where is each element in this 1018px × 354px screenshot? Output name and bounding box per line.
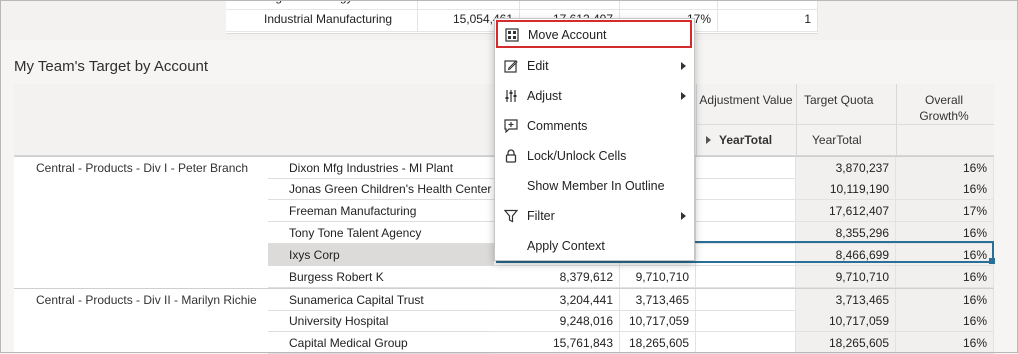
move-account-icon [505,28,519,42]
adjustment-value-cell[interactable] [696,310,796,332]
target-quota-cell[interactable]: 10,717,059 [796,310,896,332]
data-cell[interactable]: 9,248,016 [494,310,620,332]
account-name-cell[interactable]: Capital Medical Group [268,332,494,354]
row-group-label [36,244,266,266]
table-row: University Hospital 9,248,016 10,717,059 10… [14,310,994,332]
menu-item-show-member-in-outline[interactable]: Show Member In Outline [495,171,694,201]
account-name-cell[interactable]: Freeman Manufacturing [268,200,494,222]
header-overall-growth[interactable]: Overall Growth% [914,92,974,124]
edit-icon [504,60,518,73]
selection-handle[interactable] [989,258,995,264]
menu-item-edit[interactable]: Edit [495,51,694,81]
target-quota-cell[interactable]: 18,265,605 [796,332,896,354]
target-quota-cell[interactable]: 10,119,190 [796,178,896,200]
adjustment-value-cell[interactable] [696,157,796,179]
target-quota-cell[interactable]: 3,713,465 [796,289,896,311]
comments-icon [504,119,518,133]
account-name-cell[interactable]: Jonas Green Children's Health Center [268,178,494,200]
adjustment-value-cell[interactable] [696,178,796,200]
header-label: YearTotal [719,133,773,147]
overall-growth-cell[interactable]: 17% [896,200,994,222]
row-group-label [36,332,266,354]
overall-growth-cell[interactable]: 16% [896,332,994,354]
header-target-quota[interactable]: Target Quota [796,92,896,108]
account-name-cell[interactable]: University Hospital [268,310,494,332]
menu-item-label: Edit [527,59,549,73]
header-adjustment-value[interactable]: Adjustment Value [696,92,796,108]
data-cell[interactable]: 10,717,059 [620,310,696,332]
menu-item-comments[interactable]: Comments [495,111,694,141]
target-quota-cell[interactable]: 8,355,296 [796,222,896,244]
account-name-cell[interactable]: Dixon Mfg Industries - MI Plant [268,157,494,179]
table-row: Burgess Robert K 8,379,612 9,710,710 9,710,… [14,266,994,288]
menu-item-filter[interactable]: Filter [495,201,694,231]
table-row: Capital Medical Group 15,761,843 18,265,60… [14,332,994,354]
menu-item-move-account[interactable]: Move Account [496,20,692,48]
account-name-cell[interactable]: Burgess Robert K [268,266,494,288]
adjustment-value-cell[interactable] [696,222,796,244]
menu-item-label: Move Account [528,28,607,42]
overall-growth-cell[interactable]: 16% [896,289,994,311]
row-group-label [36,178,266,200]
overall-growth-cell[interactable]: 16% [896,178,994,200]
overall-growth-cell[interactable]: 16% [896,244,994,266]
data-cell[interactable]: 15,761,843 [494,332,620,354]
account-name-cell[interactable]: Tony Tone Talent Agency [268,222,494,244]
cell[interactable]: 1 [718,8,818,31]
overall-growth-cell[interactable]: 16% [896,222,994,244]
adjustment-value-cell[interactable] [696,244,796,266]
account-name-cell[interactable]: Sunamerica Capital Trust [268,289,494,311]
menu-item-label: Show Member In Outline [527,179,665,193]
account-name-cell[interactable]: Ixys Corp [268,244,494,266]
header-divider [896,84,897,156]
filter-icon [504,209,518,223]
menu-item-label: Lock/Unlock Cells [527,149,627,163]
data-cell[interactable]: 3,204,441 [494,289,620,311]
lock-icon [505,149,517,163]
expand-triangle-icon[interactable] [706,136,711,144]
adjust-icon [505,90,517,102]
target-quota-cell[interactable]: 17,612,407 [796,200,896,222]
data-cell[interactable]: 18,265,605 [620,332,696,354]
menu-item-label: Filter [527,209,555,223]
account-name: Industrial Manufacturing [226,8,418,31]
row-group-label [36,222,266,244]
overall-growth-cell[interactable]: 16% [896,157,994,179]
target-quota-cell[interactable]: 8,466,699 [796,244,896,266]
submenu-arrow-icon [681,62,686,70]
section-title: My Team's Target by Account [14,58,209,75]
context-menu: Move Account Edit Adjust Comments Lock/U… [494,18,695,261]
menu-item-label: Adjust [527,89,562,103]
row-group-label [36,310,266,332]
row-group-label [36,200,266,222]
table-row: Central - Products - Div II - Marilyn Ri… [14,288,994,311]
header-year-total-expandable[interactable]: YearTotal [696,132,796,148]
submenu-arrow-icon [681,92,686,100]
header-year-total: YearTotal [812,133,862,147]
menu-item-label: Apply Context [527,239,605,253]
menu-item-apply-context[interactable]: Apply Context [495,231,694,261]
target-quota-cell[interactable]: 9,710,710 [796,266,896,288]
menu-item-adjust[interactable]: Adjust [495,81,694,111]
adjustment-value-cell[interactable] [696,289,796,311]
row-group-label: Central - Products - Div II - Marilyn Ri… [36,293,257,307]
overall-growth-cell[interactable]: 16% [896,266,994,288]
overall-growth-cell[interactable]: 16% [896,310,994,332]
row-group-label [36,266,266,288]
data-cell[interactable]: 8,379,612 [494,266,620,288]
header-divider [696,124,994,125]
adjustment-value-cell[interactable] [696,266,796,288]
adjustment-value-cell[interactable] [696,200,796,222]
data-cell[interactable]: 9,710,710 [620,266,696,288]
data-cell[interactable]: 3,713,465 [620,289,696,311]
menu-item-label: Comments [527,119,588,133]
submenu-arrow-icon [681,212,686,220]
target-quota-cell[interactable]: 3,870,237 [796,157,896,179]
menu-item-lock-unlock-cells[interactable]: Lock/Unlock Cells [495,141,694,171]
row-group-label: Central - Products - Div I - Peter Branc… [36,161,249,175]
adjustment-value-cell[interactable] [696,332,796,354]
